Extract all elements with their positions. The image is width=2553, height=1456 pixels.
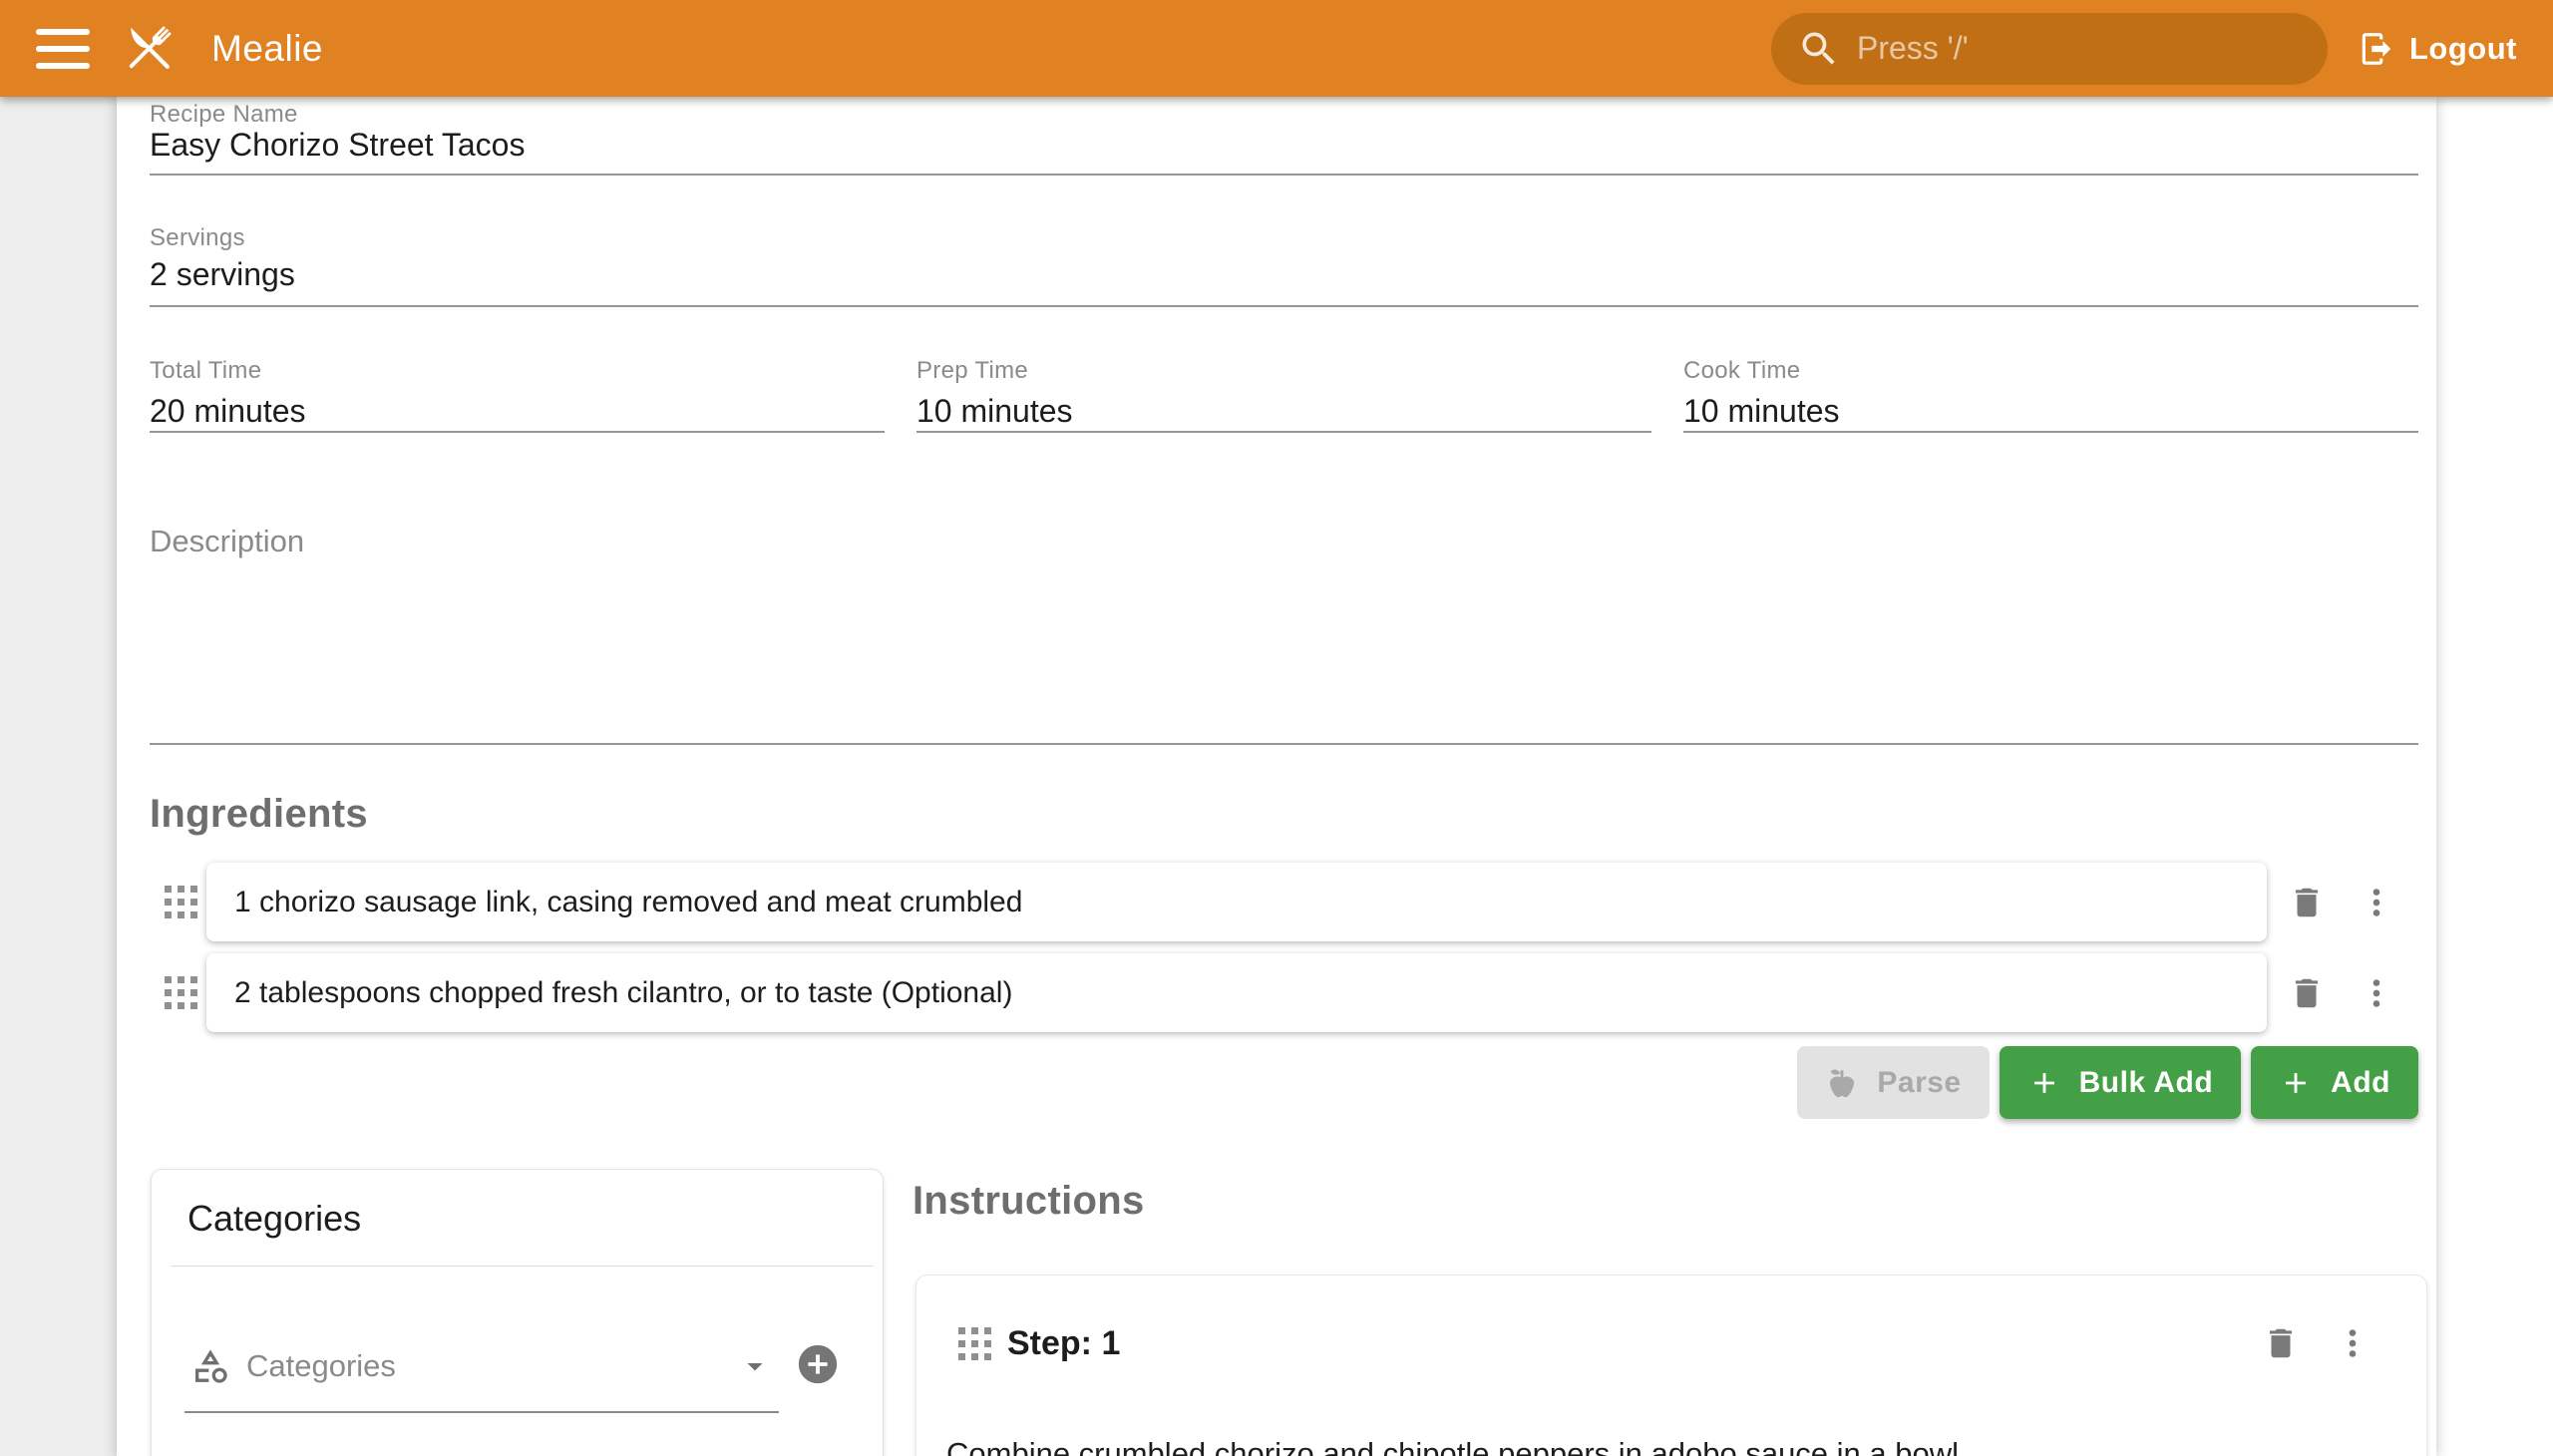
logout-icon xyxy=(2358,30,2395,68)
categories-card-title: Categories xyxy=(187,1198,361,1240)
trash-icon xyxy=(2288,974,2326,1012)
description-label: Description xyxy=(150,524,304,559)
plus-icon xyxy=(2279,1066,2313,1100)
step-text-input[interactable]: Combine crumbled chorizo and chipotle pe… xyxy=(946,1433,2392,1456)
add-button[interactable]: Add xyxy=(2251,1046,2418,1119)
instruction-step-card: Step: 1 Combine crumbled chorizo and chi… xyxy=(915,1274,2427,1456)
prep-time-input[interactable]: 10 minutes xyxy=(916,393,1073,430)
shapes-icon xyxy=(190,1346,230,1386)
step-title: Step: 1 xyxy=(1007,1324,1120,1363)
drag-handle-icon[interactable] xyxy=(958,1327,991,1360)
total-time-field: Total Time 20 minutes xyxy=(150,357,885,435)
logout-label: Logout xyxy=(2409,31,2517,67)
bulk-add-button[interactable]: Bulk Add xyxy=(2000,1046,2242,1119)
total-time-label: Total Time xyxy=(150,357,261,385)
recipe-name-label: Recipe Name xyxy=(150,101,298,129)
ingredient-row: 2 tablespoons chopped fresh cilantro, or… xyxy=(150,953,2418,1032)
cook-time-label: Cook Time xyxy=(1683,357,1800,385)
bulk-add-label: Bulk Add xyxy=(2079,1066,2214,1100)
trash-icon xyxy=(2288,884,2326,921)
apple-icon xyxy=(1825,1066,1859,1100)
ingredient-row: 1 chorizo sausage link, casing removed a… xyxy=(150,863,2418,941)
instructions-section-title: Instructions xyxy=(912,1179,1145,1224)
add-category-button[interactable] xyxy=(795,1341,841,1387)
delete-ingredient-button[interactable] xyxy=(2285,881,2329,924)
categories-card: Categories Categories xyxy=(151,1169,884,1456)
prep-time-label: Prep Time xyxy=(916,357,1028,385)
ingredient-input[interactable]: 2 tablespoons chopped fresh cilantro, or… xyxy=(206,953,2267,1032)
page-background xyxy=(0,97,117,1456)
drag-handle-icon[interactable] xyxy=(165,976,197,1009)
categories-select-label: Categories xyxy=(246,1348,396,1384)
plus-icon xyxy=(2027,1066,2061,1100)
servings-underline xyxy=(150,305,2418,307)
ingredient-actions: Parse Bulk Add Add xyxy=(1797,1046,2418,1119)
ingredients-section-title: Ingredients xyxy=(150,792,368,837)
cook-time-field: Cook Time 10 minutes xyxy=(1683,357,2418,435)
step-header: Step: 1 xyxy=(916,1303,2426,1383)
cook-time-input[interactable]: 10 minutes xyxy=(1683,393,1840,430)
parse-label: Parse xyxy=(1877,1066,1961,1100)
servings-label: Servings xyxy=(150,224,245,252)
step-menu-button[interactable] xyxy=(2331,1321,2374,1365)
mealie-logo-icon xyxy=(116,16,182,82)
times-row: Total Time 20 minutes Prep Time 10 minut… xyxy=(150,357,2418,435)
kebab-menu-icon xyxy=(2358,884,2395,921)
description-underline xyxy=(150,743,2418,745)
delete-ingredient-button[interactable] xyxy=(2285,971,2329,1015)
menu-icon[interactable] xyxy=(36,22,90,76)
search-icon xyxy=(1797,27,1841,71)
recipe-name-input[interactable]: Easy Chorizo Street Tacos xyxy=(150,127,525,164)
search-placeholder: Press '/' xyxy=(1857,30,1969,67)
categories-select[interactable]: Categories xyxy=(184,1321,779,1413)
chevron-down-icon xyxy=(737,1348,773,1384)
logout-button[interactable]: Logout xyxy=(2358,30,2517,68)
delete-step-button[interactable] xyxy=(2259,1321,2303,1365)
parse-button[interactable]: Parse xyxy=(1797,1046,1989,1119)
description-textarea[interactable] xyxy=(150,555,2418,743)
ingredient-menu-button[interactable] xyxy=(2355,971,2398,1015)
prep-time-field: Prep Time 10 minutes xyxy=(916,357,1651,435)
add-label: Add xyxy=(2331,1066,2390,1100)
kebab-menu-icon xyxy=(2334,1324,2371,1362)
total-time-input[interactable]: 20 minutes xyxy=(150,393,306,430)
divider xyxy=(171,1266,874,1267)
app-title: Mealie xyxy=(211,28,323,70)
app-bar: Mealie Press '/' Logout xyxy=(0,0,2553,97)
drag-handle-icon[interactable] xyxy=(165,886,197,918)
kebab-menu-icon xyxy=(2358,974,2395,1012)
ingredient-menu-button[interactable] xyxy=(2355,881,2398,924)
search-input[interactable]: Press '/' xyxy=(1771,13,2328,85)
servings-input[interactable]: 2 servings xyxy=(150,256,295,293)
recipe-name-underline xyxy=(150,174,2418,176)
trash-icon xyxy=(2262,1324,2300,1362)
recipe-editor-card: Recipe Name Easy Chorizo Street Tacos Se… xyxy=(117,97,2436,1456)
ingredient-input[interactable]: 1 chorizo sausage link, casing removed a… xyxy=(206,863,2267,941)
